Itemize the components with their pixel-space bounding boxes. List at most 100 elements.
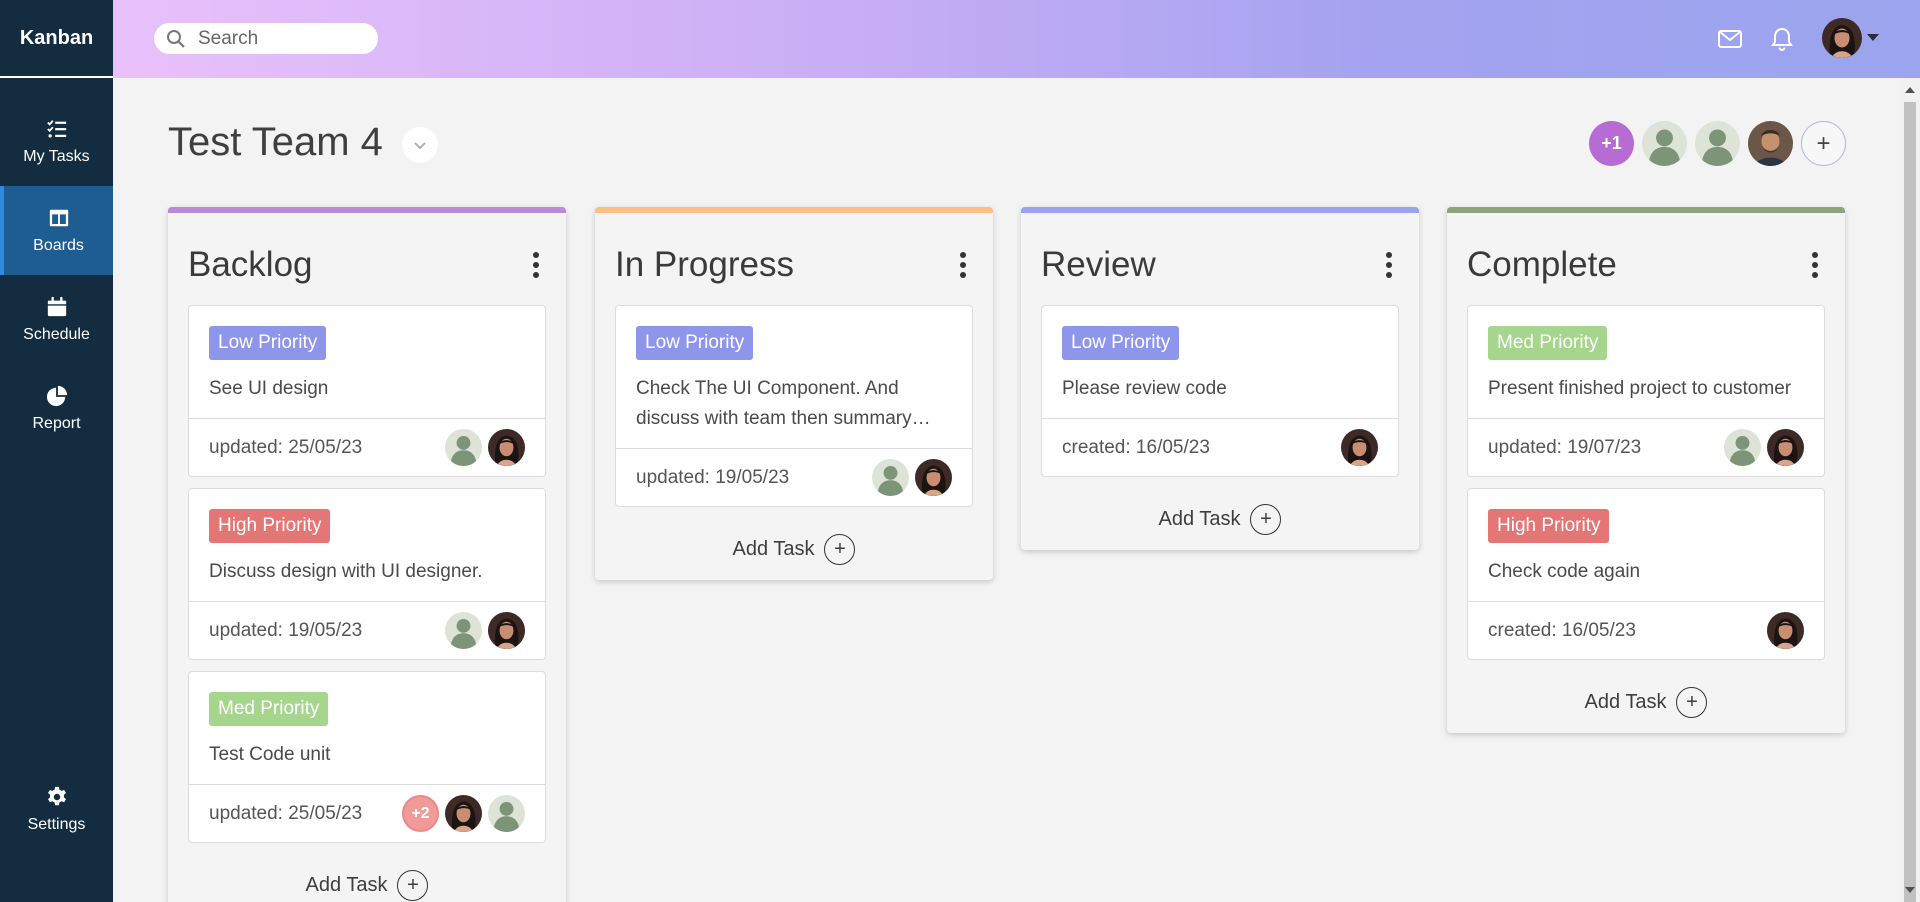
scrollbar-thumb[interactable]: [1904, 102, 1916, 902]
plus-icon: +: [1676, 686, 1708, 718]
task-card[interactable]: High Priority Discuss design with UI des…: [188, 488, 546, 660]
column-complete: Complete Med Priority Present finished p…: [1447, 207, 1845, 733]
assignee-avatar: [445, 612, 482, 649]
assignee-avatar: [445, 429, 482, 466]
sidebar-item-boards[interactable]: Boards: [0, 186, 113, 275]
sidebar-item-label: Report: [32, 414, 81, 432]
task-date: created: 16/05/23: [1488, 619, 1636, 641]
assignee-avatar: [488, 429, 525, 466]
assignee-avatar: [488, 795, 525, 832]
plus-icon: +: [1250, 503, 1282, 535]
plus-icon: +: [397, 869, 429, 901]
team-members: +1 +: [1589, 121, 1846, 166]
task-title: Present finished project to customer: [1488, 378, 1792, 399]
task-date: created: 16/05/23: [1062, 436, 1210, 458]
task-list-icon: [46, 119, 66, 138]
vertical-scrollbar[interactable]: [1900, 78, 1920, 902]
top-bar: [113, 0, 1920, 78]
assignee-avatar: [1341, 429, 1378, 466]
assignee-avatar: [445, 795, 482, 832]
assignee-avatar: [872, 459, 909, 496]
task-date: updated: 25/05/23: [209, 802, 363, 824]
user-avatar[interactable]: [1822, 18, 1862, 58]
task-card[interactable]: High Priority Check code again created: …: [1467, 488, 1825, 660]
column-menu-icon[interactable]: [526, 245, 546, 285]
add-task-button[interactable]: Add Task +: [188, 854, 546, 902]
scroll-up-arrow-icon[interactable]: [1905, 87, 1915, 93]
assignee-avatar: [1724, 429, 1761, 466]
add-task-button[interactable]: Add Task +: [1467, 671, 1825, 733]
assignee-avatar: [488, 612, 525, 649]
sidebar-item-label: Settings: [27, 815, 86, 833]
mail-icon[interactable]: [1717, 26, 1743, 52]
priority-badge: Low Priority: [1062, 326, 1180, 360]
chevron-down-icon[interactable]: [1867, 34, 1879, 41]
calendar-icon: [47, 296, 66, 316]
task-title: Check The UI Component. And discuss with…: [636, 378, 931, 429]
sidebar-item-label: Schedule: [23, 325, 90, 343]
assignee-avatar: [1767, 429, 1804, 466]
board-icon: [49, 209, 68, 226]
gear-icon: [47, 786, 66, 805]
add-task-label: Add Task: [1158, 507, 1241, 530]
search-box[interactable]: [154, 23, 378, 54]
task-card[interactable]: Low Priority Please review code created:…: [1041, 305, 1399, 477]
add-member-button[interactable]: +: [1801, 121, 1846, 166]
priority-badge: High Priority: [209, 509, 331, 543]
sidebar-item-report[interactable]: Report: [0, 364, 113, 453]
sidebar: Kanban My Tasks Boards Schedule Report S…: [0, 0, 113, 902]
brand-logo: Kanban: [0, 0, 113, 78]
column-in-progress: In Progress Low Priority Check The UI Co…: [595, 207, 993, 580]
task-title: See UI design: [209, 378, 329, 399]
task-card[interactable]: Low Priority See UI design updated: 25/0…: [188, 305, 546, 477]
assignee-avatar: [915, 459, 952, 496]
sidebar-item-label: My Tasks: [23, 147, 90, 165]
task-title: Check code again: [1488, 561, 1641, 582]
column-title: Review: [1041, 245, 1156, 284]
member-avatar[interactable]: [1748, 121, 1793, 166]
assignee-avatar: [1767, 612, 1804, 649]
column-menu-icon[interactable]: [1805, 245, 1825, 285]
sidebar-item-schedule[interactable]: Schedule: [0, 275, 113, 364]
task-card[interactable]: Med Priority Test Code unit updated: 25/…: [188, 671, 546, 843]
column-menu-icon[interactable]: [1379, 245, 1399, 285]
add-task-button[interactable]: Add Task +: [615, 518, 973, 580]
priority-badge: Med Priority: [209, 692, 329, 726]
member-avatar[interactable]: [1695, 121, 1740, 166]
task-title: Test Code unit: [209, 744, 331, 765]
priority-badge: High Priority: [1488, 509, 1610, 543]
pie-chart-icon: [46, 385, 67, 406]
task-card[interactable]: Low Priority Check The UI Component. And…: [615, 305, 973, 507]
task-date: updated: 25/05/23: [209, 436, 363, 458]
more-assignees-badge[interactable]: +2: [402, 795, 439, 832]
task-card[interactable]: Med Priority Present finished project to…: [1467, 305, 1825, 477]
sidebar-item-my-tasks[interactable]: My Tasks: [0, 97, 113, 186]
add-task-button[interactable]: Add Task +: [1041, 488, 1399, 550]
team-dropdown-button[interactable]: [402, 127, 438, 163]
task-date: updated: 19/05/23: [209, 619, 363, 641]
member-avatar[interactable]: [1642, 121, 1687, 166]
priority-badge: Low Priority: [636, 326, 754, 360]
task-date: updated: 19/05/23: [636, 466, 790, 488]
sidebar-item-label: Boards: [33, 236, 84, 254]
column-title: Backlog: [188, 245, 313, 284]
scroll-down-arrow-icon[interactable]: [1905, 887, 1915, 893]
add-task-label: Add Task: [305, 873, 388, 896]
column-title: Complete: [1467, 245, 1617, 284]
column-title: In Progress: [615, 245, 794, 284]
priority-badge: Med Priority: [1488, 326, 1608, 360]
plus-icon: +: [824, 533, 856, 565]
search-icon: [167, 29, 185, 48]
search-input[interactable]: [198, 27, 358, 50]
add-task-label: Add Task: [732, 537, 815, 560]
column-menu-icon[interactable]: [953, 245, 973, 285]
sidebar-item-settings[interactable]: Settings: [0, 765, 113, 854]
column-review: Review Low Priority Please review code c…: [1021, 207, 1419, 550]
column-backlog: Backlog Low Priority See UI design updat…: [168, 207, 566, 902]
bell-icon[interactable]: [1769, 26, 1795, 52]
chevron-down-icon: [414, 142, 426, 150]
task-date: updated: 19/07/23: [1488, 436, 1642, 458]
task-title: Discuss design with UI designer.: [209, 561, 483, 582]
page-title: Test Team 4: [168, 120, 383, 164]
more-members-badge[interactable]: +1: [1589, 121, 1634, 166]
